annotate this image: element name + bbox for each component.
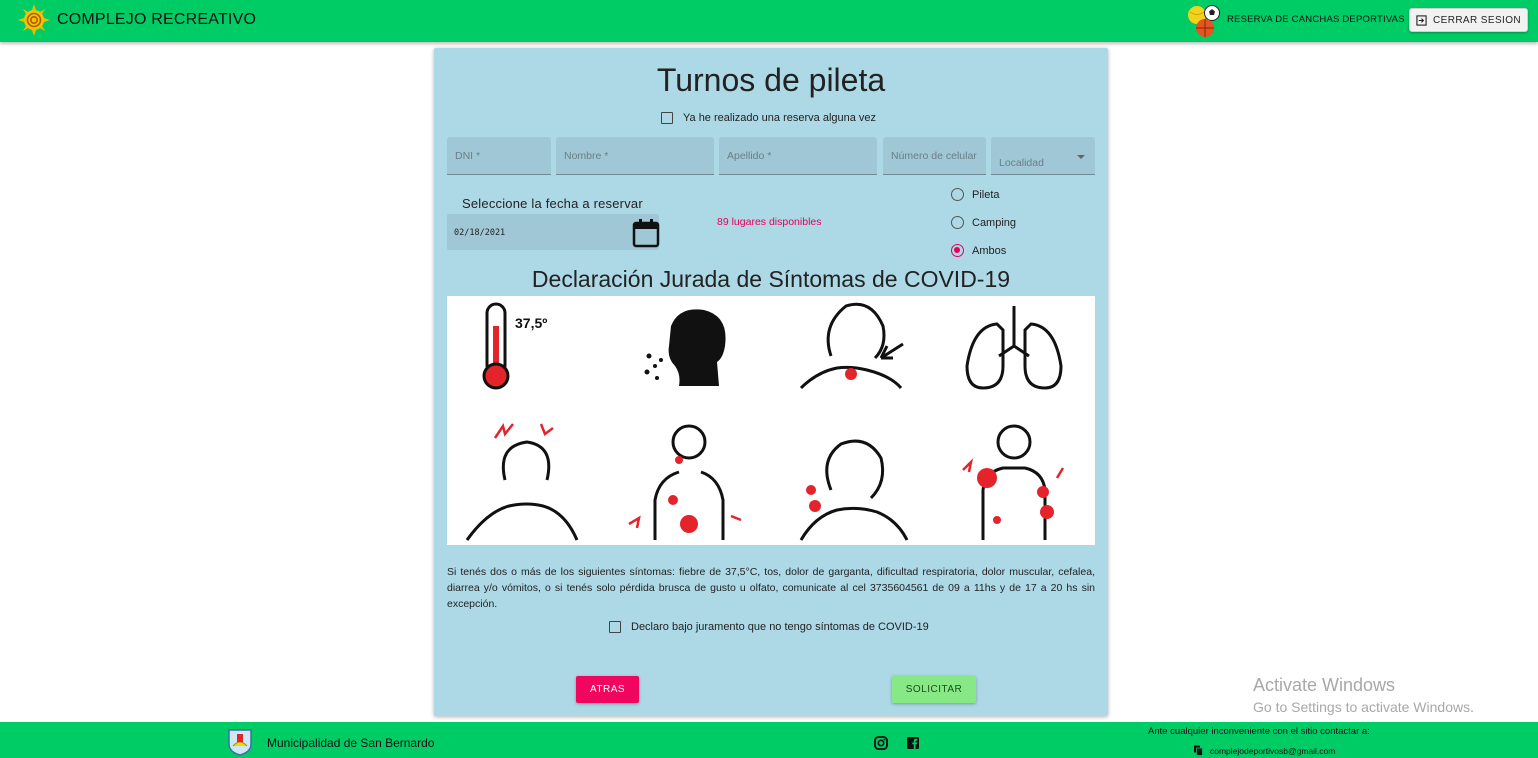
- date-input[interactable]: 02/18/2021: [447, 214, 660, 250]
- headache-icon: [465, 422, 579, 541]
- symptoms-image: 37,5º: [447, 296, 1095, 545]
- apellido-field[interactable]: Apellido *: [719, 137, 877, 175]
- logout-label: CERRAR SESION: [1433, 14, 1521, 26]
- contact-label: Ante cualquier inconveniente con el siti…: [1148, 726, 1370, 737]
- celular-label: Número de celular: [891, 150, 977, 162]
- date-value: 02/18/2021: [454, 228, 506, 238]
- option-camping-label: Camping: [972, 216, 1017, 229]
- windows-activation-subtitle: Go to Settings to activate Windows.: [1253, 699, 1474, 715]
- reserva-canchas-link[interactable]: RESERVA DE CANCHAS DEPORTIVAS: [1227, 14, 1405, 25]
- calendar-icon[interactable]: [632, 218, 660, 248]
- back-button[interactable]: ATRAS: [576, 676, 639, 703]
- nombre-label: Nombre *: [564, 150, 609, 162]
- top-app-bar: COMPLEJO RECREATIVO RESERVA DE CANCHAS D…: [0, 0, 1538, 42]
- logout-icon: [1416, 14, 1427, 26]
- localidad-label: Localidad: [999, 157, 1044, 169]
- sports-balls-icon[interactable]: [1186, 3, 1222, 39]
- windows-activation-title: Activate Windows: [1253, 675, 1396, 695]
- taste-loss-icon: [799, 439, 909, 541]
- municipality-logo-icon: [228, 729, 252, 756]
- municipality-name: Municipalidad de San Bernardo: [267, 736, 435, 750]
- dni-label: DNI *: [455, 150, 481, 162]
- option-pileta-label: Pileta: [972, 188, 1000, 201]
- body-ache-icon: [962, 424, 1065, 540]
- contact-email[interactable]: complejodeportivosb@gmail.com: [1210, 746, 1335, 756]
- brand[interactable]: COMPLEJO RECREATIVO: [18, 4, 256, 36]
- logout-button[interactable]: CERRAR SESION: [1409, 8, 1528, 32]
- already-reserved-checkbox-row[interactable]: Ya he realizado una reserva alguna vez: [661, 112, 876, 124]
- apellido-label: Apellido *: [727, 150, 772, 162]
- declaration-title: Declaración Jurada de Síntomas de COVID-…: [531, 266, 1011, 292]
- app-title: COMPLEJO RECREATIVO: [57, 11, 257, 28]
- dni-field[interactable]: DNI *: [447, 137, 551, 175]
- date-label: Seleccione la fecha a reservar: [462, 196, 643, 211]
- copy-mail-icon: [1194, 745, 1203, 756]
- radio-ambos[interactable]: [951, 244, 964, 257]
- page-title: Turnos de pileta: [656, 62, 886, 98]
- already-reserved-label: Ya he realizado una reserva alguna vez: [683, 112, 877, 124]
- sun-logo-icon: [18, 4, 50, 36]
- option-ambos-label: Ambos: [972, 244, 1007, 257]
- localidad-select[interactable]: Localidad: [991, 137, 1095, 175]
- instagram-icon[interactable]: [874, 736, 888, 750]
- availability-text: 89 lugares disponibles: [717, 216, 822, 228]
- footer: Municipalidad de San Bernardo Ante cualq…: [0, 722, 1538, 758]
- cough-icon: [644, 309, 726, 386]
- muscle-pain-icon: [628, 424, 742, 540]
- option-camping[interactable]: Camping: [951, 216, 1016, 229]
- nombre-field[interactable]: Nombre *: [556, 137, 714, 175]
- fever-icon: 37,5º: [482, 302, 547, 390]
- submit-button[interactable]: SOLICITAR: [892, 676, 976, 703]
- already-reserved-checkbox[interactable]: [661, 112, 673, 124]
- reservation-card: Turnos de pileta Ya he realizado una res…: [434, 48, 1108, 716]
- declaration-checkbox[interactable]: [609, 621, 621, 633]
- option-ambos[interactable]: Ambos: [951, 244, 1006, 257]
- radio-pileta[interactable]: [951, 188, 964, 201]
- facebook-icon[interactable]: [906, 736, 920, 750]
- lungs-icon: [965, 306, 1063, 390]
- symptoms-text: Si tenés dos o más de los siguientes sín…: [447, 566, 1095, 610]
- radio-camping[interactable]: [951, 216, 964, 229]
- temperature-text: 37,5º: [515, 315, 547, 331]
- sore-throat-icon: [799, 302, 904, 390]
- chevron-down-icon: [1077, 155, 1085, 159]
- celular-field[interactable]: Número de celular: [883, 137, 986, 175]
- declaration-checkbox-label: Declaro bajo juramento que no tengo sínt…: [631, 621, 929, 633]
- declaration-checkbox-row[interactable]: Declaro bajo juramento que no tengo sínt…: [609, 621, 929, 633]
- option-pileta[interactable]: Pileta: [951, 188, 1000, 201]
